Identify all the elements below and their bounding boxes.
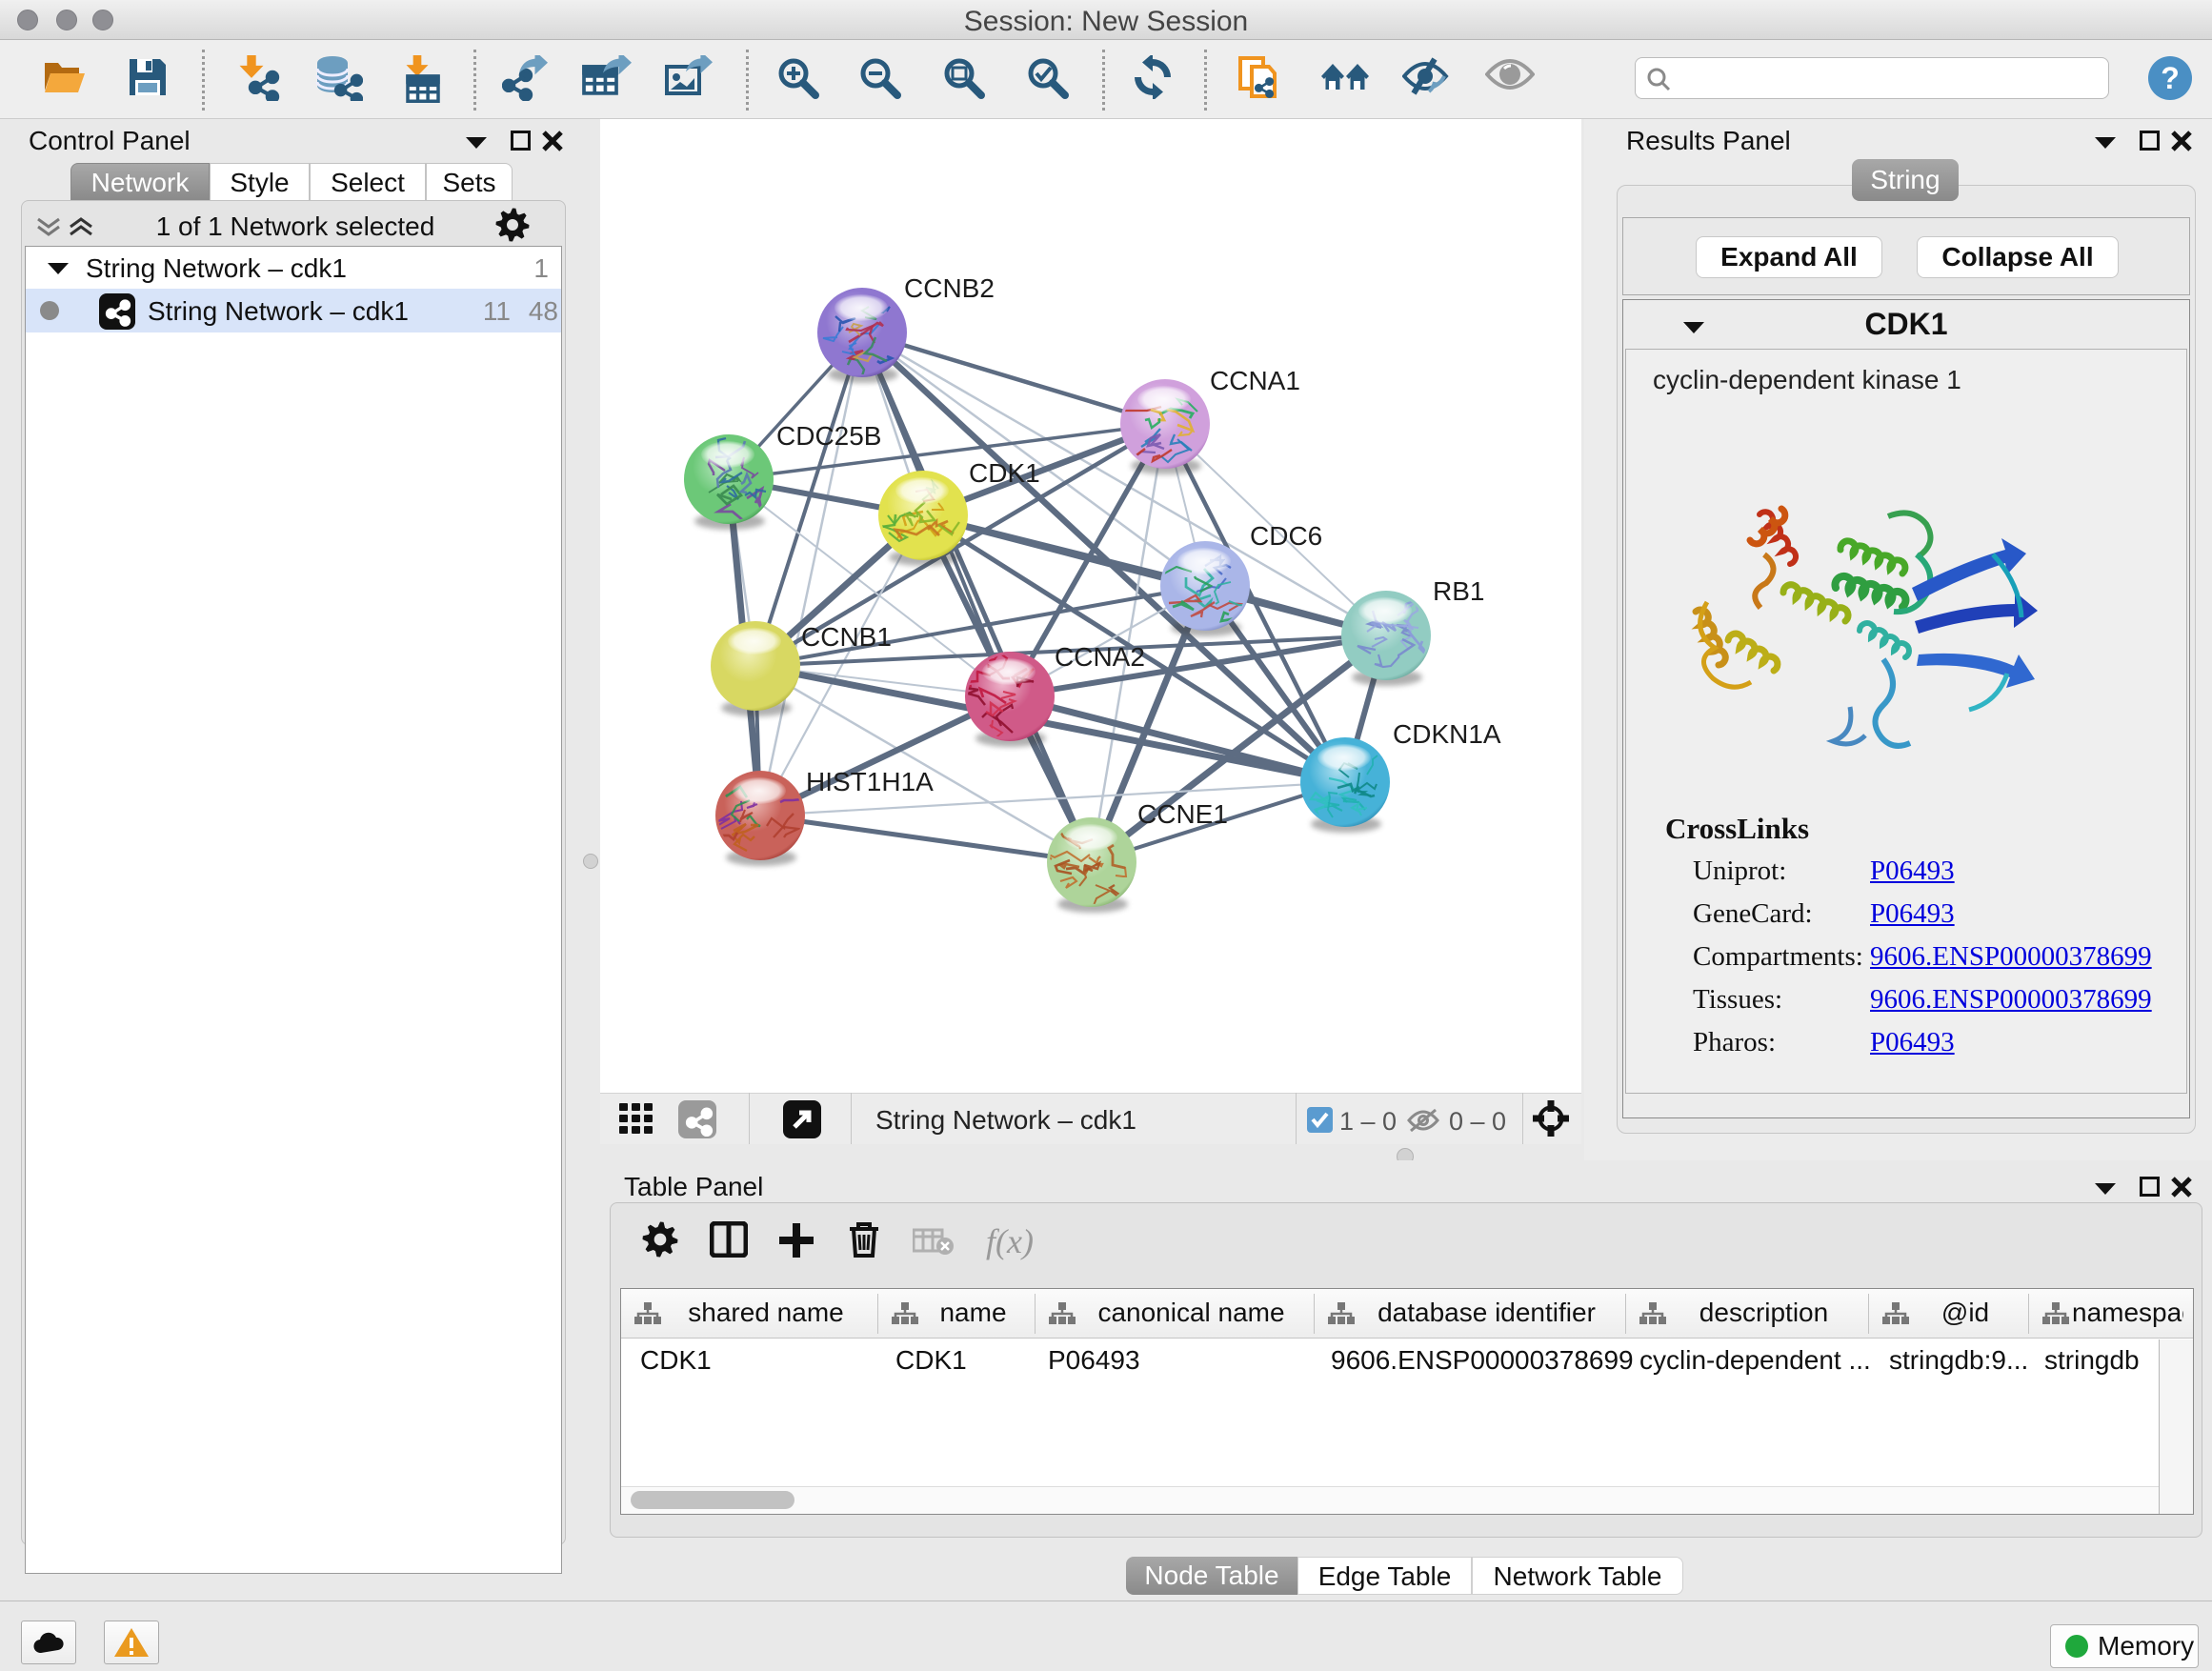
svg-text:CDC6: CDC6	[1250, 521, 1322, 551]
svg-text:CCNB1: CCNB1	[801, 622, 892, 652]
svg-text:CCNA1: CCNA1	[1210, 366, 1300, 395]
svg-text:CCNA2: CCNA2	[1055, 642, 1145, 672]
svg-text:CCNB2: CCNB2	[904, 273, 995, 303]
svg-text:RB1: RB1	[1433, 576, 1484, 606]
svg-text:CDK1: CDK1	[969, 458, 1040, 488]
svg-text:CDC25B: CDC25B	[776, 421, 881, 451]
svg-text:CCNE1: CCNE1	[1137, 799, 1228, 829]
svg-text:CDKN1A: CDKN1A	[1393, 719, 1501, 749]
svg-text:HIST1H1A: HIST1H1A	[806, 767, 934, 796]
